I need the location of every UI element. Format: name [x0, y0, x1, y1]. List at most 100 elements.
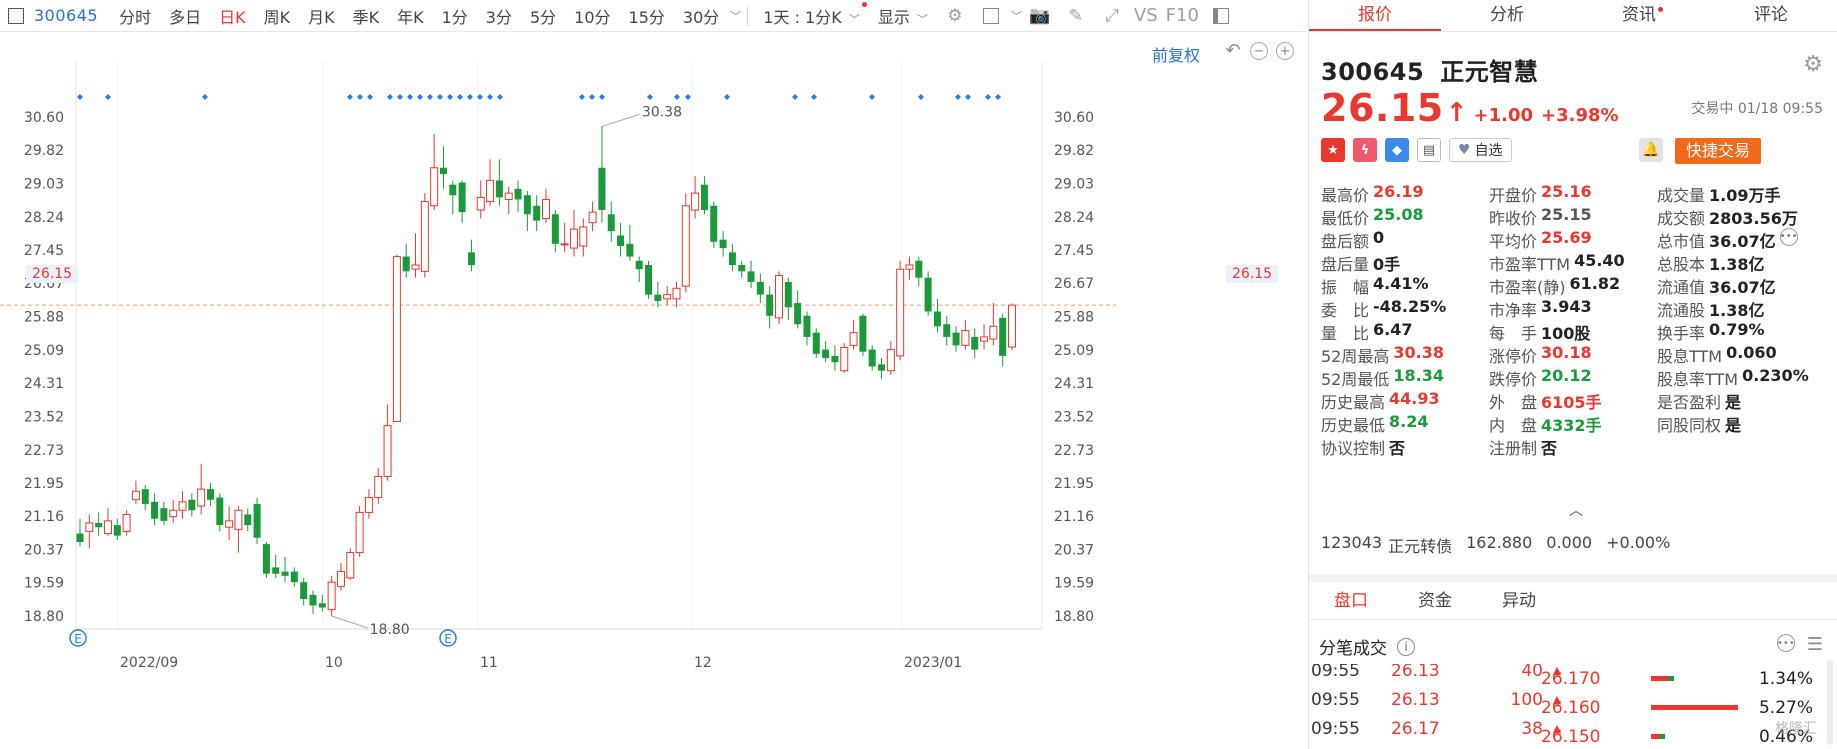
quote-tab-label: 评论	[1754, 5, 1788, 25]
add-watchlist-button[interactable]: ♥ 自选	[1449, 138, 1512, 162]
collapse-caret-icon[interactable]: ︿	[1569, 500, 1583, 520]
quote-tab[interactable]: 报价	[1309, 0, 1441, 31]
fullscreen-icon[interactable]: ⤢	[1101, 5, 1123, 27]
period-tab[interactable]: 多日	[160, 4, 210, 28]
y-tick-label-left: 21.95	[24, 476, 64, 492]
bond-code: 123043	[1321, 533, 1383, 552]
range-select[interactable]: 1天 : 1分K ﹀	[754, 1, 869, 28]
gear-icon[interactable]: ⚙	[944, 5, 966, 27]
quote-tab[interactable]: 资讯	[1573, 0, 1705, 31]
candle-body-down	[318, 603, 326, 608]
candle-body-down	[915, 260, 923, 278]
period-tab[interactable]: 年K	[388, 4, 433, 28]
quick-trade-button[interactable]: 快捷交易	[1675, 138, 1761, 164]
tag-icon[interactable]: ◆	[1385, 138, 1409, 162]
candle-body-down	[756, 281, 764, 295]
candle-body-down	[113, 525, 121, 536]
stat-value: 25.08	[1373, 204, 1424, 224]
stat-value: 0.060	[1726, 342, 1777, 362]
candle-body-up	[775, 275, 783, 319]
convertible-bond-row[interactable]: 123043 正元转债 162.880 0.000 +0.00%	[1321, 533, 1670, 557]
event-diamond-icon	[357, 94, 363, 100]
y-tick-label-left: 25.88	[24, 310, 64, 326]
period-tab[interactable]: 周K	[255, 4, 300, 28]
book-tab[interactable]: 资金	[1393, 582, 1477, 619]
y-tick-label-right: 19.59	[1054, 576, 1094, 592]
stat-label: 市盈率(静)	[1489, 277, 1566, 297]
zoom-out-icon[interactable]: −	[1250, 42, 1268, 60]
chevron-down-icon[interactable]: ﹀	[730, 8, 741, 24]
list-view-icon[interactable]: ☰	[1807, 634, 1823, 655]
candle-body-down	[95, 522, 103, 528]
candle-body-down	[747, 271, 755, 282]
period-tab[interactable]: 3分	[477, 4, 521, 28]
zoom-in-icon[interactable]: +	[1276, 42, 1294, 60]
stat-value: 0.79%	[1709, 319, 1765, 339]
stat-cell: 跌停价 20.12	[1489, 366, 1657, 390]
tick-vol: 38	[1521, 718, 1543, 739]
more-icon[interactable]: •••	[1776, 634, 1795, 652]
distribution-price: 26.150	[1541, 726, 1601, 747]
f10-button[interactable]: F10	[1166, 5, 1199, 26]
ledger-icon[interactable]: ▤	[1417, 138, 1441, 162]
stats-row: 振 幅 4.41% 市盈率(静) 61.82 流通值 36.07亿	[1321, 274, 1831, 297]
period-tab[interactable]: 5分	[521, 4, 565, 28]
panel-collapse-icon[interactable]	[1210, 5, 1232, 27]
bell-icon[interactable]: 🔔	[1639, 138, 1663, 162]
event-diamond-icon	[447, 94, 453, 100]
adjust-mode-button[interactable]: 前复权	[1152, 42, 1200, 66]
quote-tab[interactable]: 评论	[1705, 0, 1837, 31]
chevron-down-icon[interactable]: ﹀	[1011, 8, 1022, 24]
candle-body-up	[840, 346, 849, 372]
y-tick-label-right: 25.09	[1054, 343, 1094, 359]
more-icon[interactable]: •••	[1779, 227, 1798, 246]
stat-label: 昨收价	[1489, 208, 1538, 228]
china-flag-icon[interactable]: ★	[1321, 138, 1345, 162]
candle-body-up	[364, 497, 373, 513]
display-menu[interactable]: 显示 ﹀	[869, 4, 937, 28]
camera-icon[interactable]: 📷	[1029, 5, 1051, 27]
y-tick-label-right: 29.03	[1054, 176, 1094, 192]
pencil-icon[interactable]: ✎	[1065, 5, 1087, 27]
y-tick-label-right: 26.67	[1054, 276, 1094, 292]
stat-cell: 盘后额 0	[1321, 228, 1489, 252]
gear-icon[interactable]: ⚙	[1803, 52, 1823, 77]
period-tab[interactable]: 15分	[620, 4, 674, 28]
candle-body-up	[905, 264, 914, 270]
candle-body-down	[719, 239, 727, 249]
period-tab[interactable]: 季K	[344, 4, 389, 28]
stat-cell: 每 手 100股	[1489, 320, 1657, 344]
book-tab[interactable]: 异动	[1477, 582, 1561, 619]
period-tab[interactable]: 1分	[433, 4, 477, 28]
vs-button[interactable]: VS	[1134, 5, 1158, 26]
stat-value: 36.07亿	[1709, 277, 1776, 297]
period-tab[interactable]: 10分	[565, 4, 619, 28]
scrollbar[interactable]	[1827, 660, 1833, 745]
stat-label: 内 盘	[1489, 415, 1538, 435]
period-tab[interactable]: 30分	[674, 4, 728, 28]
stat-value: 1.09万手	[1709, 185, 1781, 205]
flash-icon[interactable]: ϟ	[1353, 138, 1377, 162]
tick-time: 09:55	[1311, 689, 1360, 710]
y-tick-label-left: 18.80	[24, 609, 64, 625]
candle-body-up	[579, 226, 588, 247]
sidebar-toggle-icon[interactable]	[8, 7, 24, 24]
low-pointer-line	[331, 615, 368, 629]
event-diamond-icon	[579, 94, 585, 100]
period-tab[interactable]: 日K	[210, 4, 255, 28]
distribution-pct: 5.27%	[1758, 697, 1813, 718]
quote-tab[interactable]: 分析	[1441, 0, 1573, 31]
info-icon[interactable]: i	[1397, 637, 1415, 656]
undo-icon[interactable]: ↶	[1224, 42, 1242, 60]
square-icon[interactable]	[980, 5, 1002, 27]
candle-body-down	[868, 349, 876, 367]
period-tab[interactable]: 分时	[110, 4, 160, 28]
stat-cell: 股息TTM 0.060	[1657, 343, 1831, 367]
stat-value: 否	[1541, 438, 1558, 458]
period-tab[interactable]: 月K	[299, 4, 344, 28]
period-tabs: 分时 多日 日K 周K 月K 季K 年K 1分 3分 5分 10分 15分 30分	[110, 4, 728, 28]
book-tab[interactable]: 盘口	[1309, 582, 1393, 619]
candle-body-up	[234, 509, 243, 530]
kline-chart[interactable]: 30.60 30.60 29.82 29.82 29.03 29.03 28.24 28.24…	[0, 32, 1308, 749]
stat-label: 最低价	[1321, 208, 1370, 228]
